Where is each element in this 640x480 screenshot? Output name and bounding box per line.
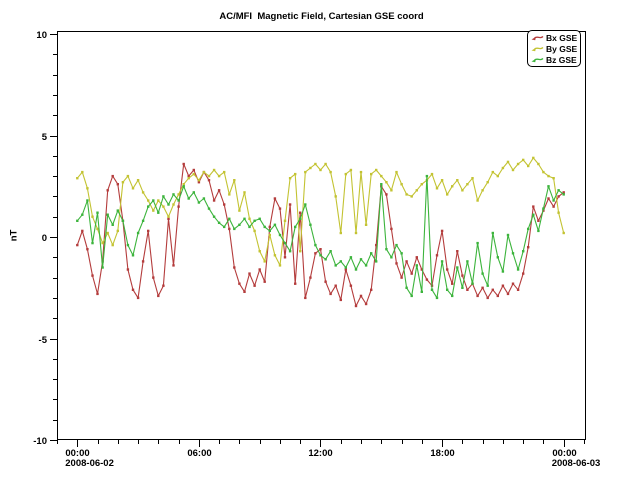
series-line-bz-gse (77, 176, 563, 298)
x-end-date-label: 2008-06-03 (552, 458, 601, 469)
x-tick-label: 06:00 (187, 448, 211, 459)
plot-canvas: -10-5051000:0006:0012:0018:0000:002008-0… (0, 0, 640, 480)
y-tick-label: 5 (42, 132, 48, 143)
x-tick-label: 18:00 (430, 448, 454, 459)
series-line-bx-gse (77, 164, 563, 306)
plot-frame (50, 32, 586, 448)
legend-line-icon (531, 34, 544, 42)
x-tick-label: 12:00 (308, 448, 332, 459)
plot-window: AC/MFI Magnetic Field, Cartesian GSE coo… (0, 0, 640, 480)
y-tick-label: -5 (39, 335, 48, 346)
legend-item-by-gse: By GSE (531, 43, 577, 54)
y-tick-label: 0 (42, 233, 47, 244)
y-tick-label: -10 (33, 436, 47, 447)
legend: Bx GSEBy GSEBz GSE (527, 30, 581, 67)
legend-line-icon (531, 56, 544, 64)
legend-label: Bz GSE (546, 55, 577, 65)
legend-label: By GSE (546, 44, 577, 54)
series-markers-bx-gse (76, 163, 565, 307)
y-tick-label: 10 (36, 30, 47, 41)
legend-item-bz-gse: Bz GSE (531, 54, 577, 65)
x-start-date-label: 2008-06-02 (65, 458, 114, 469)
series-markers-bz-gse (76, 175, 565, 299)
legend-line-icon (531, 45, 544, 53)
tick-labels: -10-5051000:0006:0012:0018:0000:002008-0… (33, 30, 600, 469)
legend-label: Bx GSE (546, 33, 577, 43)
legend-item-bx-gse: Bx GSE (531, 32, 577, 43)
